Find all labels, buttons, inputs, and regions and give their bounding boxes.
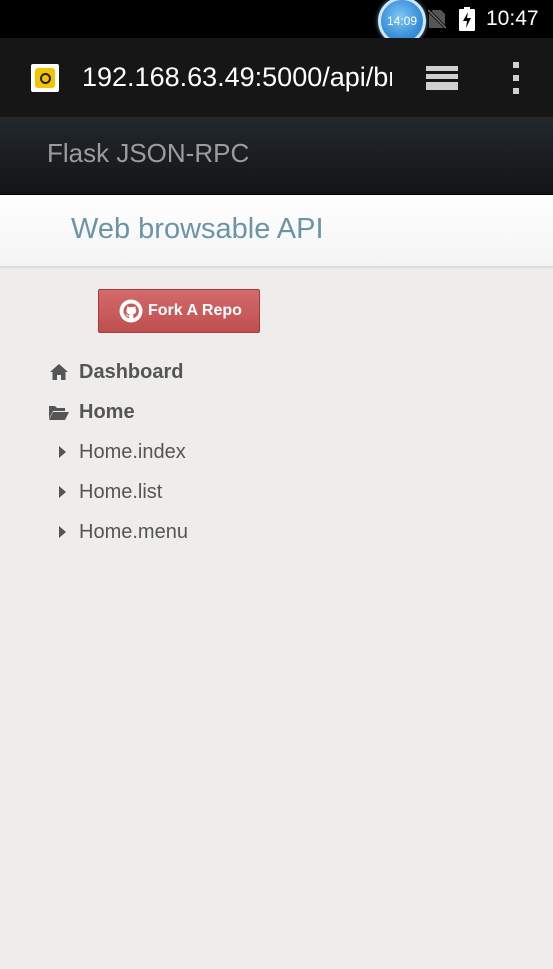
nav-label-home: Home (79, 400, 135, 423)
caret-right-icon (48, 522, 70, 542)
caret-right-icon (48, 482, 70, 502)
browser-toolbar: 192.168.63.49:5000/api/browse (0, 38, 553, 117)
nav-item-home-list[interactable]: Home.list (48, 477, 162, 507)
url-bar[interactable]: 192.168.63.49:5000/api/browse (82, 62, 392, 96)
nav-label-dashboard: Dashboard (79, 360, 184, 383)
status-bar: 14:09 10:47 (0, 0, 553, 45)
folder-open-icon (48, 402, 70, 422)
fork-button-label: Fork A Repo (148, 302, 242, 319)
status-time: 10:47 (486, 7, 539, 30)
page-title: Web browsable API (71, 213, 324, 245)
nav-label-home-index: Home.index (79, 440, 186, 463)
nav-item-home-menu[interactable]: Home.menu (48, 517, 188, 547)
home-icon (48, 362, 70, 382)
site-navbar: Flask JSON-RPC (0, 117, 553, 195)
overflow-menu-icon[interactable] (510, 60, 522, 96)
no-sim-icon (428, 9, 446, 29)
nav-label-home-list: Home.list (79, 480, 163, 503)
tabs-icon[interactable] (424, 64, 460, 92)
battery-charging-icon (459, 7, 475, 31)
nav-item-home-index[interactable]: Home.index (48, 437, 186, 467)
brand-link[interactable]: Flask JSON-RPC (47, 138, 249, 169)
nav-label-home-menu: Home.menu (79, 520, 188, 543)
caret-right-icon (48, 442, 70, 462)
nav-item-home[interactable]: Home (48, 397, 135, 427)
fork-repo-button[interactable]: Fork A Repo (98, 289, 260, 333)
nav-item-dashboard[interactable]: Dashboard (48, 357, 183, 387)
page-header: Web browsable API (0, 195, 553, 267)
bubble-time: 14:09 (386, 14, 418, 28)
site-favicon-icon[interactable] (31, 64, 59, 92)
github-icon (119, 299, 143, 323)
